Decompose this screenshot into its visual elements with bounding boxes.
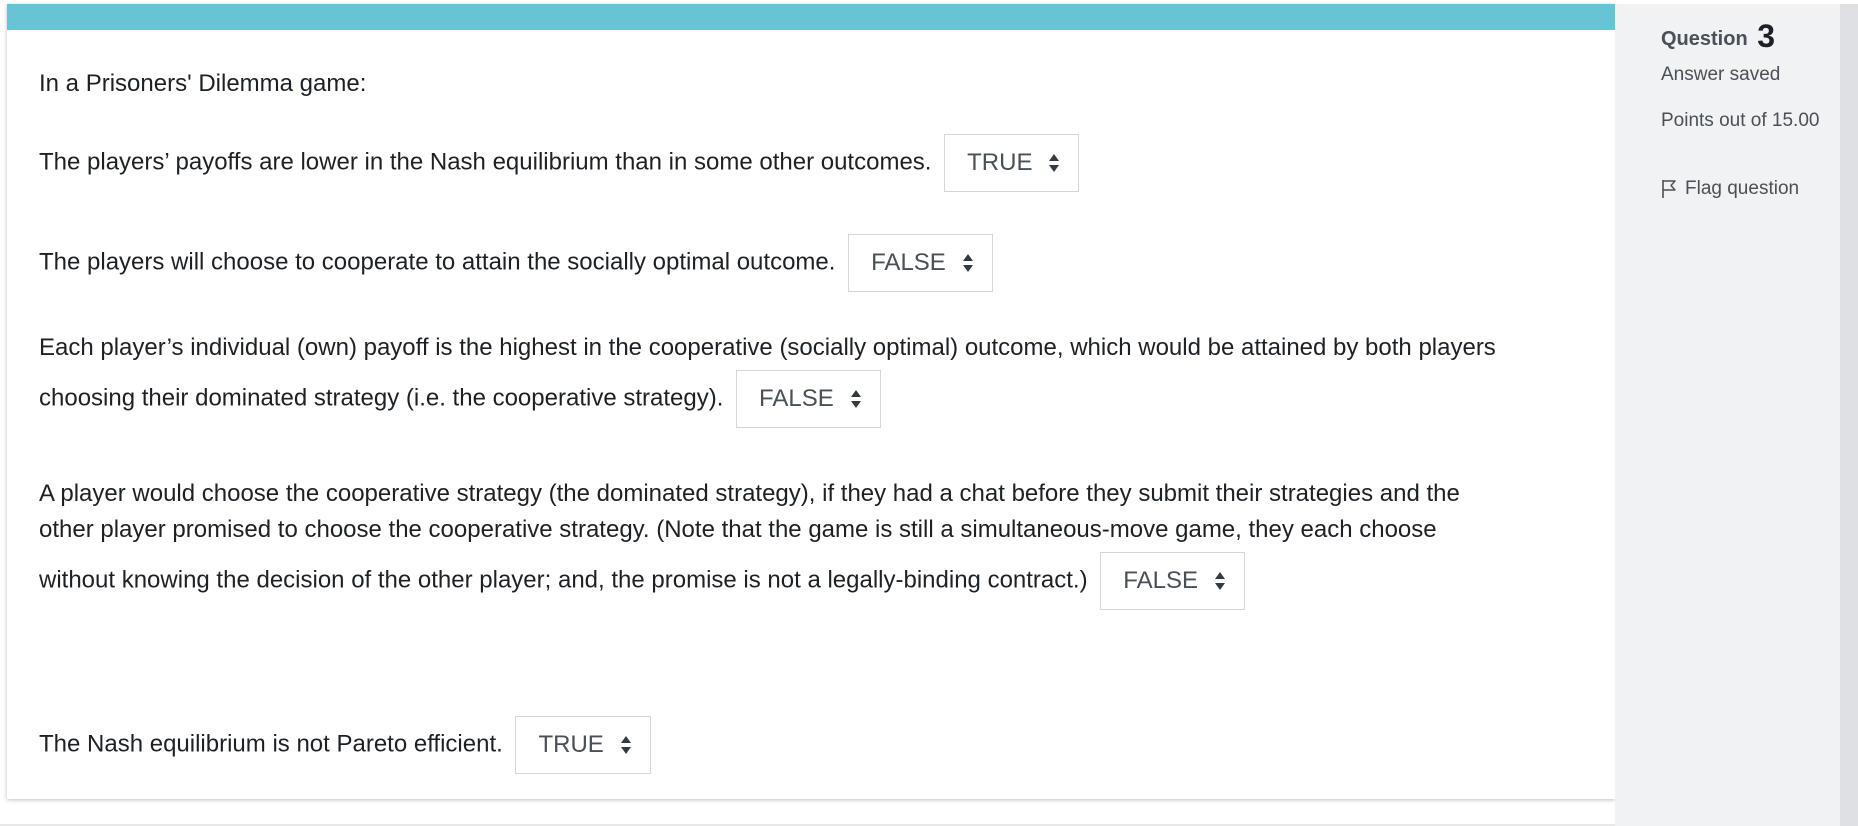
statement-4-text-line-3: without knowing the decision of the othe… xyxy=(39,566,1088,594)
statement-3-select[interactable]: FALSE xyxy=(736,370,881,428)
statement-5-text: The Nash equilibrium is not Pareto effic… xyxy=(39,730,503,758)
statement-1-text: The players’ payoffs are lower in the Na… xyxy=(39,148,932,176)
statement-1-select-value: TRUE xyxy=(967,149,1033,176)
answer-status: Answer saved xyxy=(1661,64,1781,85)
chevron-up-down-icon xyxy=(620,736,631,754)
question-top-bar xyxy=(7,4,1615,30)
chevron-up-down-icon xyxy=(962,254,973,272)
statement-4-text-line-2: other player promised to choose the coop… xyxy=(39,516,1437,543)
chevron-up-down-icon xyxy=(1049,154,1060,172)
question-label: Question xyxy=(1661,28,1748,50)
statement-4-text-line-1: A player would choose the cooperative st… xyxy=(39,480,1460,507)
chevron-up-down-icon xyxy=(850,390,861,408)
chevron-up-down-icon xyxy=(1214,572,1225,590)
statement-3-text-line-2: choosing their dominated strategy (i.e. … xyxy=(39,384,724,412)
question-number-heading: Question 3 xyxy=(1661,18,1775,55)
statement-2: The players will choose to cooperate to … xyxy=(39,234,1583,292)
statement-1-select[interactable]: TRUE xyxy=(944,134,1080,192)
question-panel: In a Prisoners' Dilemma game: The player… xyxy=(7,4,1615,799)
statement-3-text-line-2-wrap: choosing their dominated strategy (i.e. … xyxy=(39,370,1583,428)
statement-4-select-value: FALSE xyxy=(1123,567,1198,594)
statement-5-select[interactable]: TRUE xyxy=(515,716,651,774)
flag-question-label: Flag question xyxy=(1685,178,1800,199)
statement-1: The players’ payoffs are lower in the Na… xyxy=(39,134,1583,192)
flag-question-link[interactable]: Flag question xyxy=(1661,178,1799,200)
statement-3: Each player’s individual (own) payoff is… xyxy=(39,330,1583,428)
statement-5: The Nash equilibrium is not Pareto effic… xyxy=(39,716,1583,774)
statement-3-text-line-1: Each player’s individual (own) payoff is… xyxy=(39,334,1496,361)
statement-3-select-value: FALSE xyxy=(759,385,834,412)
points-info: Points out of 15.00 xyxy=(1661,110,1820,131)
sidebar-scroll-edge xyxy=(1840,4,1858,826)
statement-2-text: The players will choose to cooperate to … xyxy=(39,248,836,276)
statement-2-select-value: FALSE xyxy=(871,249,946,276)
statement-4-text-line-3-wrap: without knowing the decision of the othe… xyxy=(39,552,1583,610)
statement-5-select-value: TRUE xyxy=(538,731,604,758)
statement-4: A player would choose the cooperative st… xyxy=(39,476,1583,610)
question-number: 3 xyxy=(1757,18,1776,54)
statement-4-select[interactable]: FALSE xyxy=(1100,552,1245,610)
statement-2-select[interactable]: FALSE xyxy=(848,234,993,292)
question-intro: In a Prisoners' Dilemma game: xyxy=(39,70,367,97)
flag-icon xyxy=(1662,180,1676,198)
question-info-sidebar: Question 3 Answer saved Points out of 15… xyxy=(1615,4,1847,826)
